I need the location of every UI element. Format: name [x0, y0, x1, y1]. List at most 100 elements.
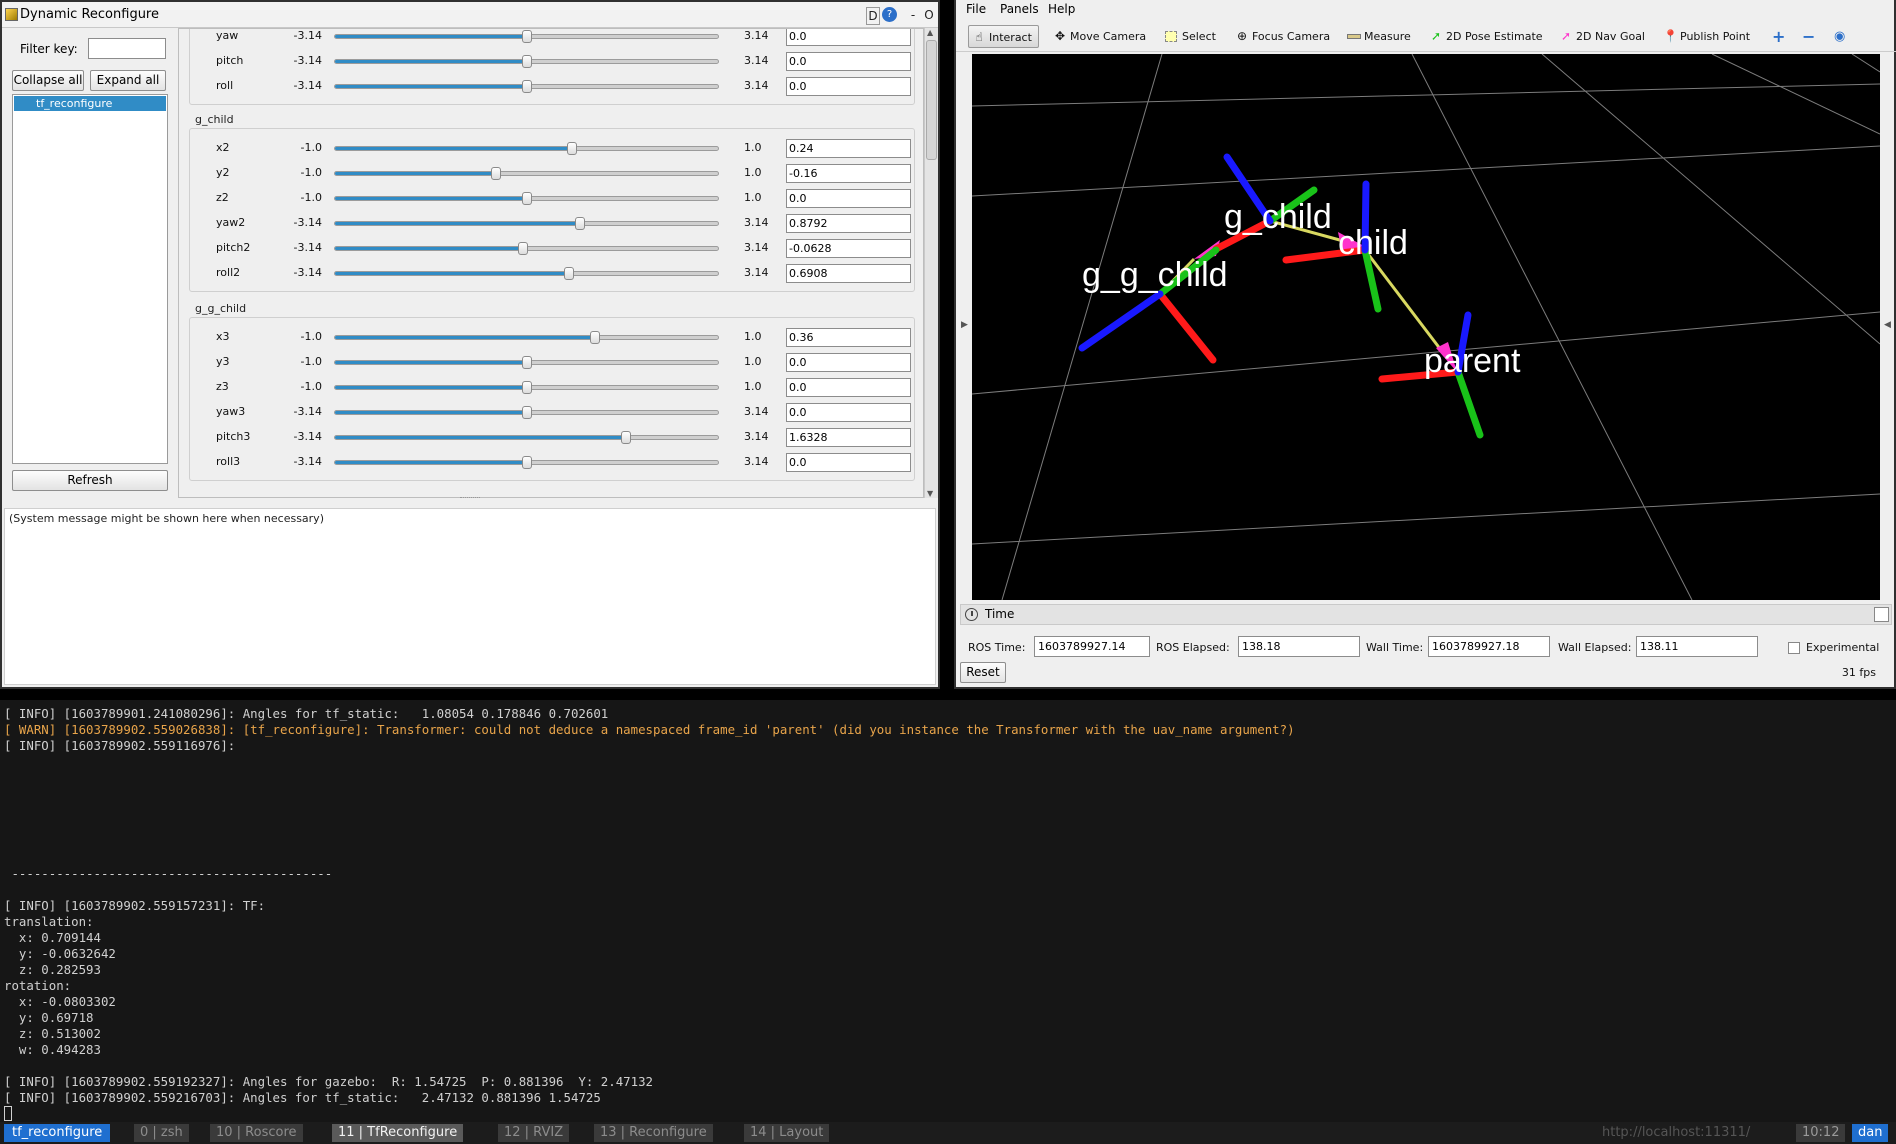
param-slider[interactable] — [334, 356, 719, 369]
slider-handle[interactable] — [490, 167, 501, 180]
remove-tool-icon[interactable]: − — [1802, 25, 1815, 48]
param-slider[interactable] — [334, 456, 719, 469]
window-tab-reconfigure[interactable]: 13 | Reconfigure — [594, 1124, 713, 1142]
scroll-down-icon[interactable]: ▼ — [927, 489, 933, 498]
menu-panels[interactable]: Panels — [1000, 0, 1039, 18]
window-tab-rviz[interactable]: 12 | RVIZ — [498, 1124, 570, 1142]
slider-handle[interactable] — [590, 331, 601, 344]
tool-focus-camera[interactable]: ⊕ Focus Camera — [1232, 25, 1330, 48]
tool-interact[interactable]: ☝ Interact — [968, 25, 1039, 48]
menu-file[interactable]: File — [966, 0, 986, 18]
param-value-field[interactable] — [786, 189, 911, 208]
slider-handle[interactable] — [517, 242, 528, 255]
minimize-button[interactable]: - — [908, 7, 918, 23]
slider-fill — [335, 386, 527, 389]
node-item-tf-reconfigure[interactable]: tf_reconfigure — [14, 96, 166, 111]
param-value-field[interactable] — [786, 52, 911, 71]
ros-time-field[interactable] — [1034, 636, 1150, 657]
param-value-field[interactable] — [786, 139, 911, 158]
scroll-thumb[interactable] — [926, 40, 937, 160]
window-tab-roscore[interactable]: 10 | Roscore — [210, 1124, 303, 1142]
terminal-pane[interactable]: [ INFO] [1603789901.241080296]: Angles f… — [0, 700, 1896, 1122]
param-slider[interactable] — [334, 431, 719, 444]
tool-2d-pose-estimate[interactable]: ➚ 2D Pose Estimate — [1426, 25, 1543, 48]
param-slider[interactable] — [334, 142, 719, 155]
param-slider[interactable] — [334, 167, 719, 180]
slider-handle[interactable] — [521, 356, 532, 369]
scroll-up-icon[interactable]: ▲ — [927, 28, 933, 37]
slider-handle[interactable] — [563, 267, 574, 280]
window-tab-zsh[interactable]: 0 | zsh — [134, 1124, 189, 1142]
param-row-yaw3: yaw3 -3.14 3.14 — [190, 402, 916, 422]
param-slider[interactable] — [334, 381, 719, 394]
close-button[interactable]: O — [924, 7, 934, 23]
slider-handle[interactable] — [521, 192, 532, 205]
clock-time: 10:12 — [1796, 1124, 1846, 1142]
param-value-field[interactable] — [786, 328, 911, 347]
filter-input[interactable] — [88, 38, 166, 59]
param-value-field[interactable] — [786, 378, 911, 397]
param-min: -1.0 — [300, 380, 322, 393]
param-value-field[interactable] — [786, 353, 911, 372]
wall-elapsed-field[interactable] — [1636, 636, 1758, 657]
slider-fill — [335, 461, 527, 464]
rviz-window: File Panels Help ☝ Interact ✥ Move Camer… — [954, 0, 1896, 689]
tool-publish-point[interactable]: 📍 Publish Point — [1660, 25, 1750, 48]
slider-handle[interactable] — [621, 431, 632, 444]
experimental-checkbox[interactable] — [1788, 642, 1800, 654]
slider-handle[interactable] — [521, 80, 532, 93]
ros-elapsed-field[interactable] — [1238, 636, 1360, 657]
window-tab-layout[interactable]: 14 | Layout — [744, 1124, 830, 1142]
d-button[interactable]: D — [866, 7, 880, 25]
right-dock-arrow-icon[interactable]: ◀ — [1884, 320, 1891, 330]
panel-close-button[interactable] — [1874, 607, 1889, 622]
wall-time-field[interactable] — [1428, 636, 1550, 657]
tool-move-camera[interactable]: ✥ Move Camera — [1050, 25, 1146, 48]
collapse-all-button[interactable]: Collapse all — [12, 70, 84, 91]
param-slider[interactable] — [334, 192, 719, 205]
param-value-field[interactable] — [786, 239, 911, 258]
menu-help[interactable]: Help — [1048, 0, 1075, 18]
param-slider[interactable] — [334, 55, 719, 68]
splitter-handle[interactable] — [460, 497, 480, 501]
tool-measure[interactable]: Measure — [1344, 25, 1411, 48]
param-value-field[interactable] — [786, 403, 911, 422]
slider-handle[interactable] — [521, 456, 532, 469]
param-value-field[interactable] — [786, 214, 911, 233]
slider-handle[interactable] — [521, 30, 532, 43]
log-line: [ INFO] [1603789901.241080296]: Angles f… — [4, 706, 609, 721]
help-icon[interactable]: ? — [882, 7, 897, 22]
param-slider[interactable] — [334, 80, 719, 93]
tool-select[interactable]: Select — [1162, 25, 1216, 48]
ros-time-label: ROS Time: — [968, 641, 1026, 654]
param-slider[interactable] — [334, 331, 719, 344]
param-value-field[interactable] — [786, 164, 911, 183]
param-slider[interactable] — [334, 242, 719, 255]
param-value-field[interactable] — [786, 264, 911, 283]
param-value-field[interactable] — [786, 77, 911, 96]
add-tool-icon[interactable]: + — [1772, 25, 1785, 48]
expand-all-button[interactable]: Expand all — [90, 70, 166, 91]
reset-button[interactable]: Reset — [960, 662, 1006, 683]
slider-handle[interactable] — [521, 381, 532, 394]
param-value-field[interactable] — [786, 453, 911, 472]
slider-handle[interactable] — [567, 142, 578, 155]
window-tab-tfreconfigure[interactable]: 11 | TfReconfigure — [332, 1124, 464, 1142]
tool-2d-nav-goal[interactable]: ➚ 2D Nav Goal — [1556, 25, 1645, 48]
3d-viewport[interactable]: g_g_child g_child child parent — [972, 54, 1880, 600]
params-scrollbar[interactable]: ▲ ▼ — [924, 28, 938, 498]
param-value-field[interactable] — [786, 428, 911, 447]
param-value-field[interactable] — [786, 29, 911, 46]
param-max: 1.0 — [744, 141, 762, 154]
slider-handle[interactable] — [521, 55, 532, 68]
param-slider[interactable] — [334, 406, 719, 419]
param-slider[interactable] — [334, 30, 719, 43]
param-slider[interactable] — [334, 217, 719, 230]
left-dock-arrow-icon[interactable]: ▶ — [961, 320, 968, 330]
tool-label: Move Camera — [1070, 30, 1147, 43]
slider-handle[interactable] — [521, 406, 532, 419]
slider-handle[interactable] — [575, 217, 586, 230]
view-eye-icon[interactable]: ◉ — [1834, 25, 1845, 48]
refresh-button[interactable]: Refresh — [12, 470, 168, 491]
param-slider[interactable] — [334, 267, 719, 280]
